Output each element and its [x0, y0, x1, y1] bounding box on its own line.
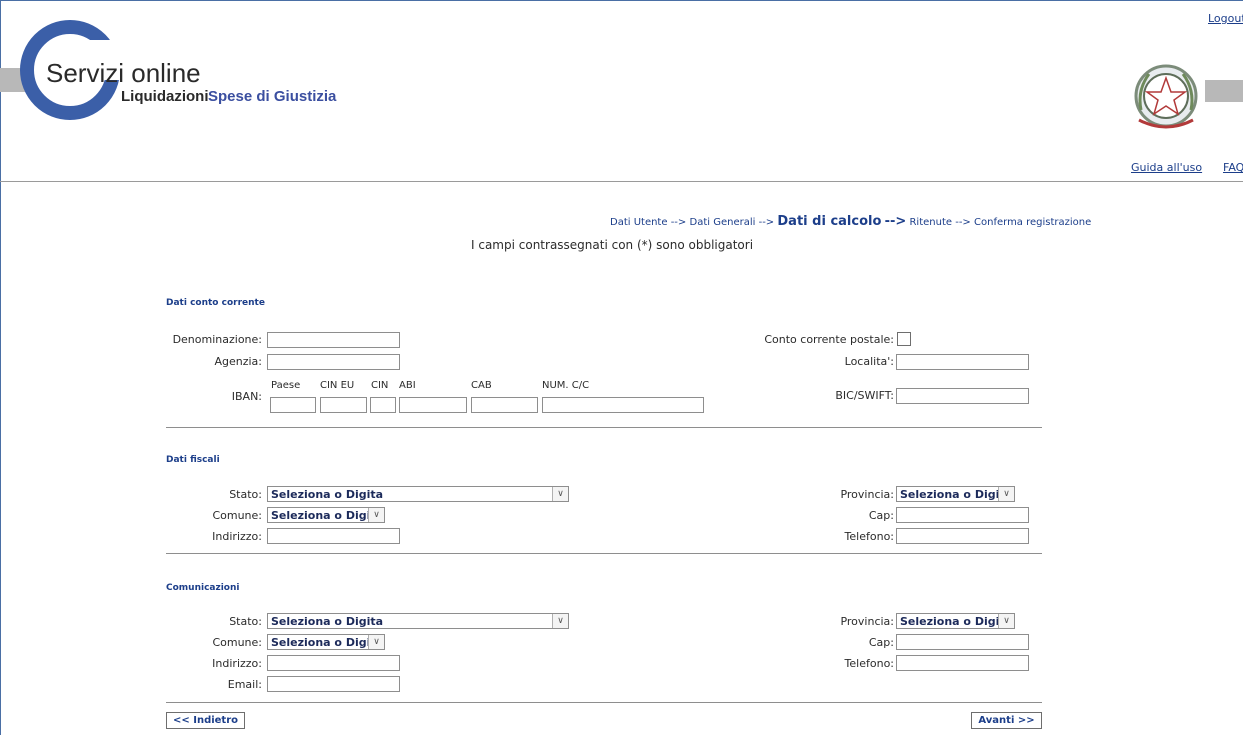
com-comune-label: Comune:: [212, 636, 262, 649]
section-title-conto: Dati conto corrente: [166, 298, 265, 308]
iban-label: IBAN:: [231, 390, 262, 403]
fiscali-telefono-label: Telefono:: [844, 530, 894, 543]
fiscali-cap-label: Cap:: [868, 509, 894, 522]
faq-link[interactable]: FAQ: [1223, 161, 1243, 174]
breadcrumb-separator: -->: [670, 217, 687, 228]
com-email-input[interactable]: [267, 676, 400, 692]
fiscali-stato-label: Stato:: [229, 488, 262, 501]
chevron-down-icon: ∨: [552, 487, 568, 501]
select-value: Seleziona o Digita: [900, 488, 1013, 501]
localita-label: Localita':: [844, 355, 894, 368]
fiscali-comune-select[interactable]: Seleziona o Digita ∨: [267, 507, 385, 523]
iban-cineu-label: CIN EU: [320, 380, 355, 391]
localita-input[interactable]: [896, 354, 1029, 370]
com-telefono-input[interactable]: [896, 655, 1029, 671]
chevron-down-icon: ∨: [552, 614, 568, 628]
header-decor-bar-right: [1205, 80, 1243, 102]
select-value: Seleziona o Digita: [271, 488, 384, 501]
com-stato-select[interactable]: Seleziona o Digita ∨: [267, 613, 569, 629]
breadcrumb-step-dati-utente: Dati Utente: [610, 217, 668, 228]
breadcrumb-separator: -->: [884, 214, 907, 229]
breadcrumb-separator: -->: [955, 217, 971, 228]
com-provincia-label: Provincia:: [840, 615, 894, 628]
breadcrumb-step-conferma: Conferma registrazione: [974, 217, 1092, 228]
back-button[interactable]: << Indietro: [166, 712, 245, 729]
iban-cin-input[interactable]: [370, 397, 396, 413]
emblem-icon: [1134, 64, 1198, 129]
header-divider: [0, 181, 1243, 182]
fiscali-indirizzo-label: Indirizzo:: [212, 530, 262, 543]
agenzia-label: Agenzia:: [214, 355, 262, 368]
com-email-label: Email:: [227, 678, 262, 691]
section-divider: [166, 553, 1042, 554]
chevron-down-icon: ∨: [368, 635, 384, 649]
chevron-down-icon: ∨: [998, 487, 1014, 501]
fiscali-provincia-label: Provincia:: [840, 488, 894, 501]
com-indirizzo-label: Indirizzo:: [212, 657, 262, 670]
select-value: Seleziona o Digita: [271, 615, 384, 628]
select-value: Seleziona o Digita: [900, 615, 1013, 628]
required-fields-note: I campi contrassegnati con (*) sono obbl…: [471, 238, 754, 252]
iban-numcc-input[interactable]: [542, 397, 704, 413]
bic-input[interactable]: [896, 388, 1029, 404]
breadcrumb-separator: -->: [758, 217, 775, 228]
com-comune-select[interactable]: Seleziona o Digita ∨: [267, 634, 385, 650]
fiscali-cap-input[interactable]: [896, 507, 1029, 523]
breadcrumb: Dati Utente --> Dati Generali --> Dati d…: [610, 214, 1091, 229]
brand-subtitle: Liquidazioni: [121, 88, 209, 105]
iban-cab-input[interactable]: [471, 397, 538, 413]
iban-abi-input[interactable]: [399, 397, 467, 413]
iban-cineu-input[interactable]: [320, 397, 367, 413]
logout-link[interactable]: Logout: [1208, 12, 1243, 25]
select-value: Seleziona o Digita: [271, 636, 384, 649]
com-provincia-select[interactable]: Seleziona o Digita ∨: [896, 613, 1015, 629]
brand-title: Servizi online: [46, 58, 201, 88]
next-button[interactable]: Avanti >>: [971, 712, 1042, 729]
chevron-down-icon: ∨: [998, 614, 1014, 628]
iban-cab-label: CAB: [471, 380, 492, 391]
fiscali-indirizzo-input[interactable]: [267, 528, 400, 544]
breadcrumb-step-ritenute: Ritenute: [909, 217, 953, 228]
iban-numcc-label: NUM. C/C: [542, 380, 590, 391]
com-stato-label: Stato:: [229, 615, 262, 628]
com-indirizzo-input[interactable]: [267, 655, 400, 671]
conto-postale-label: Conto corrente postale:: [764, 333, 894, 346]
iban-paese-input[interactable]: [270, 397, 316, 413]
agenzia-input[interactable]: [267, 354, 400, 370]
fiscali-comune-label: Comune:: [212, 509, 262, 522]
breadcrumb-step-current: Dati di calcolo: [777, 214, 882, 229]
guide-link[interactable]: Guida all'uso: [1131, 161, 1202, 174]
conto-postale-checkbox[interactable]: [897, 332, 911, 346]
brand-subtitle-accent: Spese di Giustizia: [208, 88, 337, 105]
denominazione-label: Denominazione:: [172, 333, 262, 346]
fiscali-provincia-select[interactable]: Seleziona o Digita ∨: [896, 486, 1015, 502]
section-divider: [166, 427, 1042, 428]
section-title-fiscali: Dati fiscali: [166, 455, 220, 465]
com-cap-label: Cap:: [868, 636, 894, 649]
fiscali-stato-select[interactable]: Seleziona o Digita ∨: [267, 486, 569, 502]
bic-label: BIC/SWIFT:: [835, 389, 894, 402]
com-cap-input[interactable]: [896, 634, 1029, 650]
chevron-down-icon: ∨: [368, 508, 384, 522]
denominazione-input[interactable]: [267, 332, 400, 348]
select-value: Seleziona o Digita: [271, 509, 384, 522]
fiscali-telefono-input[interactable]: [896, 528, 1029, 544]
com-telefono-label: Telefono:: [844, 657, 894, 670]
iban-paese-label: Paese: [271, 380, 301, 391]
section-title-comunicazioni: Comunicazioni: [166, 583, 240, 593]
section-divider: [166, 702, 1042, 703]
page-frame: [0, 0, 1243, 735]
breadcrumb-step-dati-generali: Dati Generali: [689, 217, 756, 228]
iban-abi-label: ABI: [399, 380, 416, 391]
iban-cin-label: CIN: [371, 380, 389, 391]
